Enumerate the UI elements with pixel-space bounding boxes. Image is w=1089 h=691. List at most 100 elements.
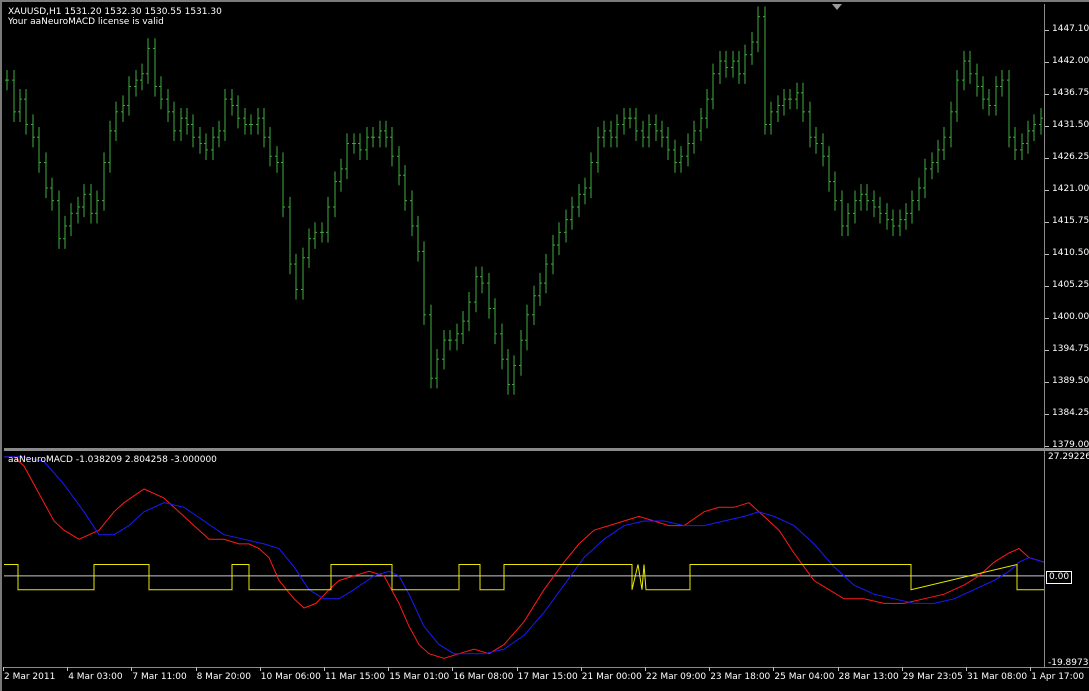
price-bar (679, 146, 683, 173)
window-border-top (0, 0, 1089, 2)
price-bar (455, 323, 459, 351)
time-axis-tick (388, 667, 390, 671)
price-bar (243, 108, 247, 135)
price-bar (371, 127, 375, 148)
price-bar (5, 69, 9, 91)
indicator-line-yellow (4, 563, 1044, 591)
price-bar (577, 184, 581, 218)
price-bar (596, 127, 600, 173)
time-axis-label: 17 Mar 15:00 (517, 672, 578, 682)
price-bar (885, 203, 889, 230)
time-axis-label: 10 Mar 06:00 (260, 672, 321, 682)
time-axis-tick (324, 667, 325, 671)
price-bar (397, 146, 401, 186)
price-bar (44, 152, 48, 199)
price-bar (711, 63, 715, 110)
price-bar (994, 76, 998, 116)
price-bar (500, 323, 504, 370)
price-bar (249, 114, 253, 135)
price-bar (50, 177, 54, 211)
price-axis-label: 1415.75 (1052, 216, 1089, 226)
price-bar (506, 349, 510, 395)
price-bar (942, 127, 946, 161)
price-bar (1032, 114, 1036, 142)
time-axis-tick (709, 667, 711, 671)
price-bar (872, 190, 876, 218)
price-bar (878, 196, 882, 224)
price-bar (1020, 133, 1024, 161)
price-bar (1007, 69, 1011, 148)
time-axis-label: 16 Mar 08:00 (453, 672, 514, 682)
window-border-left (0, 0, 2, 691)
price-bar (756, 6, 760, 53)
price-bar (615, 114, 619, 148)
price-bar (95, 190, 99, 224)
price-bar (891, 209, 895, 237)
price-bar (410, 190, 414, 237)
indicator-zero-value: 0.00 (1046, 571, 1073, 584)
price-bar (230, 88, 234, 116)
price-bar (268, 127, 272, 167)
time-axis-tick (645, 667, 646, 671)
price-bar (821, 133, 825, 167)
price-bar (82, 184, 86, 218)
price-bar (589, 152, 593, 199)
indicator-top-value: 27.29226 (1048, 452, 1089, 462)
price-bar (673, 139, 677, 173)
price-bar (724, 50, 728, 78)
price-bar (256, 108, 260, 135)
price-bar (936, 139, 940, 173)
price-bar (1000, 69, 1004, 97)
price-bar (121, 95, 125, 122)
price-bar (583, 177, 587, 205)
time-axis-label: 1 Apr 17:00 (1031, 672, 1085, 682)
indicator-chart (4, 456, 1044, 659)
price-chart (5, 6, 1043, 395)
time-axis-tick (901, 667, 903, 671)
price-bar (865, 184, 869, 211)
price-bar (288, 196, 292, 275)
price-bar (191, 114, 195, 148)
price-bar (686, 133, 690, 167)
license-info-line: Your aaNeuroMACD license is valid (8, 17, 164, 27)
price-bar (236, 95, 240, 129)
price-bar (551, 234, 555, 275)
price-bar (12, 69, 16, 122)
price-bar (326, 196, 330, 243)
price-bar (301, 247, 305, 300)
price-axis-label: 1400.00 (1052, 312, 1089, 322)
price-bar (378, 120, 382, 148)
price-axis-label: 1389.50 (1052, 376, 1089, 386)
price-bar (384, 120, 388, 148)
indicator-pane[interactable] (4, 451, 1044, 667)
time-axis-tick (3, 667, 4, 671)
price-bar (660, 120, 664, 148)
price-bar (782, 88, 786, 116)
time-axis-label: 11 Mar 15:00 (325, 672, 386, 682)
time-axis-tick (259, 667, 261, 671)
time-axis-tick (837, 667, 839, 671)
price-bar (930, 152, 934, 180)
price-bar (795, 82, 799, 110)
price-bar (108, 120, 112, 173)
price-bar (461, 310, 465, 344)
price-bar (294, 253, 298, 300)
price-bar (179, 108, 183, 142)
price-bar (352, 133, 356, 154)
time-axis-tick (1030, 667, 1032, 671)
price-bar (859, 184, 863, 211)
time-axis-tick (195, 667, 197, 671)
price-bar (31, 114, 35, 148)
price-axis-line (1044, 4, 1045, 668)
price-bar (538, 272, 542, 306)
chart-window: XAUUSD,H1 1531.20 1532.30 1530.55 1531.3… (0, 0, 1089, 691)
chart-shift-marker[interactable] (832, 4, 842, 10)
price-chart-pane[interactable] (4, 4, 1044, 448)
price-bar (975, 63, 979, 97)
price-bar (743, 44, 747, 84)
indicator-line-blue (4, 456, 1044, 655)
price-bar (955, 69, 959, 122)
price-bar (358, 133, 362, 161)
price-axis-label: 1394.75 (1052, 344, 1089, 354)
price-bar (705, 88, 709, 129)
